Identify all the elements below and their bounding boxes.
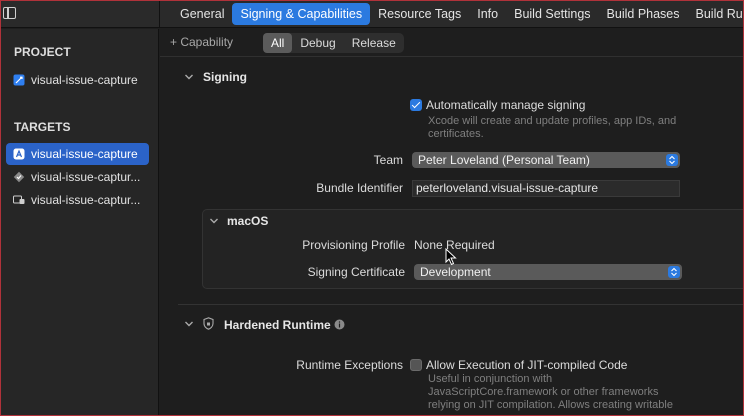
- provisioning-profile-label: Provisioning Profile: [302, 238, 405, 252]
- auto-manage-signing-checkbox[interactable]: [410, 99, 422, 111]
- tab-info[interactable]: Info: [469, 3, 506, 25]
- filter-release[interactable]: Release: [344, 33, 404, 53]
- bundle-identifier-field[interactable]: peterloveland.visual-issue-capture: [412, 180, 680, 197]
- tab-general[interactable]: General: [172, 3, 232, 25]
- tab-build-settings[interactable]: Build Settings: [506, 3, 598, 25]
- filter-debug[interactable]: Debug: [292, 33, 343, 53]
- tab-build-phases[interactable]: Build Phases: [599, 3, 688, 25]
- team-value: Peter Loveland (Personal Team): [418, 153, 590, 167]
- editor-tab-bar: General Signing & Capabilities Resource …: [0, 0, 744, 28]
- sidebar-item-label: visual-issue-captur...: [31, 193, 141, 207]
- popup-stepper-icon: [668, 266, 680, 278]
- hardened-runtime-title: Hardened Runtime: [224, 318, 331, 332]
- project-file-icon: [13, 74, 25, 86]
- allow-jit-help-line-2: JavaScriptCore.framework or other framew…: [428, 386, 659, 398]
- tab-resource-tags[interactable]: Resource Tags: [370, 3, 469, 25]
- macos-section-title: macOS: [227, 214, 269, 228]
- auto-manage-help-line-2: certificates.: [428, 128, 484, 140]
- team-popup[interactable]: Peter Loveland (Personal Team): [412, 152, 680, 168]
- filter-all[interactable]: All: [263, 33, 293, 53]
- capability-bar: + Capability All Debug Release: [160, 29, 744, 57]
- divider: [159, 0, 160, 28]
- app-icon: [13, 148, 25, 160]
- sidebar-toggle-icon[interactable]: [3, 7, 16, 19]
- sidebar-item-label: visual-issue-capture: [31, 147, 138, 161]
- allow-jit-help-line-3: relying on JIT compilation. Allows creat…: [428, 399, 673, 411]
- signing-certificate-label: Signing Certificate: [307, 265, 405, 279]
- mouse-cursor-icon: [445, 248, 457, 266]
- ui-test-icon: [13, 194, 25, 206]
- allow-jit-label: Allow Execution of JIT-compiled Code: [426, 358, 628, 372]
- info-icon[interactable]: [334, 319, 345, 330]
- test-bundle-icon: [13, 171, 25, 183]
- sidebar-item-target-app[interactable]: visual-issue-capture: [6, 143, 149, 165]
- auto-manage-help-line-1: Xcode will create and update profiles, a…: [428, 115, 677, 127]
- tab-list: General Signing & Capabilities Resource …: [172, 3, 744, 25]
- signing-section-title: Signing: [203, 70, 247, 84]
- chevron-down-icon[interactable]: [209, 216, 219, 226]
- project-section-title: PROJECT: [14, 45, 71, 59]
- popup-stepper-icon: [666, 154, 678, 166]
- targets-section-title: TARGETS: [14, 120, 71, 134]
- allow-jit-checkbox[interactable]: [410, 359, 422, 371]
- team-label: Team: [373, 153, 403, 167]
- signing-certificate-popup[interactable]: Development: [414, 264, 682, 280]
- project-navigator: PROJECT visual-issue-capture TARGETS vis…: [0, 29, 159, 416]
- tab-build-rules[interactable]: Build Rules: [688, 3, 744, 25]
- bundle-identifier-label: Bundle Identifier: [316, 181, 403, 195]
- signing-editor: + Capability All Debug Release Signing A…: [160, 29, 744, 416]
- chevron-down-icon[interactable]: [184, 72, 194, 82]
- add-capability-button[interactable]: + Capability: [170, 35, 233, 49]
- runtime-exceptions-label: Runtime Exceptions: [296, 358, 403, 372]
- sidebar-item-target-uitests[interactable]: visual-issue-captur...: [6, 189, 149, 211]
- configuration-filter: All Debug Release: [263, 33, 404, 53]
- shield-icon: [203, 317, 214, 330]
- sidebar-item-label: visual-issue-capture: [31, 73, 138, 87]
- auto-manage-signing-label: Automatically manage signing: [426, 98, 586, 112]
- tab-signing-capabilities[interactable]: Signing & Capabilities: [232, 3, 371, 25]
- sidebar-item-target-tests[interactable]: visual-issue-captur...: [6, 166, 149, 188]
- section-divider: [178, 304, 744, 305]
- signing-certificate-value: Development: [420, 265, 491, 279]
- allow-jit-help-line-1: Useful in conjunction with: [428, 373, 553, 385]
- sidebar-item-label: visual-issue-captur...: [31, 170, 141, 184]
- chevron-down-icon[interactable]: [184, 319, 194, 329]
- sidebar-item-project[interactable]: visual-issue-capture: [6, 69, 149, 91]
